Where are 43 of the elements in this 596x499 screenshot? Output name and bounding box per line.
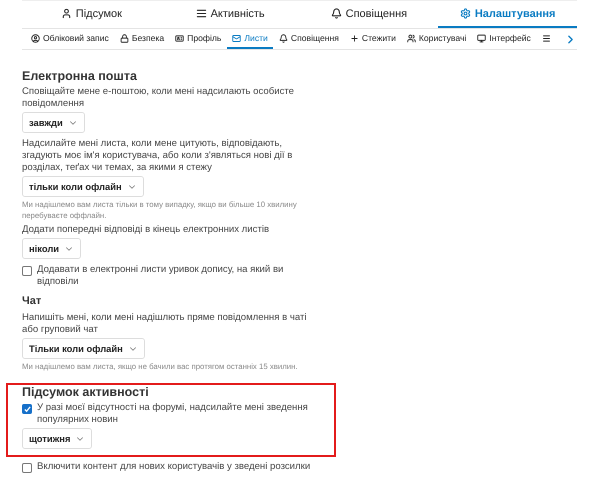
settings-tab[interactable]: Сповіщення (274, 29, 344, 49)
setting-label: Напишіть мені, коли мені надішлють пряме повідомлення в чаті або груповий чат (22, 312, 308, 336)
bell-icon (330, 8, 342, 19)
bell-icon (278, 34, 288, 42)
dropdown[interactable]: тільки коли офлайн (22, 176, 144, 197)
checkbox[interactable] (22, 463, 32, 473)
main-tab[interactable]: Підсумок (22, 1, 161, 28)
settings-tab[interactable]: Листи (227, 29, 273, 49)
id-card-icon (175, 34, 184, 42)
settings-tab[interactable]: Безпека (114, 29, 170, 49)
main-tab[interactable]: Налаштування (438, 1, 577, 28)
checkbox[interactable] (22, 404, 32, 414)
user-circle-icon (31, 34, 40, 42)
settings-tab[interactable]: Користувачі (402, 29, 472, 49)
dropdown[interactable]: ніколи (22, 238, 82, 259)
dropdown[interactable]: щотижня (22, 428, 92, 449)
section-heading: Підсумок активності (22, 385, 150, 400)
users-icon (406, 34, 416, 42)
settings-tab[interactable]: Інтерфейс (472, 29, 536, 49)
main-tab[interactable]: Активність (160, 1, 300, 28)
settings-tab[interactable]: Профіль (170, 29, 226, 49)
lock-icon (120, 34, 129, 42)
checkbox-label: Додавати в електронні листи уривок допису, на який ви відповіли (37, 264, 284, 288)
settings-icon (460, 8, 471, 19)
mail-icon (232, 34, 242, 42)
setting-label: Сповіщайте мене е-поштою, коли мені надсилають особисте повідомлення (22, 86, 295, 110)
list-icon (196, 8, 207, 19)
dropdown[interactable]: Тільки коли офлайн (22, 338, 145, 359)
monitor-icon (477, 34, 486, 42)
checkbox-label: Включити контент для нових користувачів у зведені розсилки (37, 461, 310, 473)
dropdown[interactable]: завжди (22, 112, 85, 133)
main-tab[interactable]: Сповіщення (300, 1, 438, 28)
setting-label: Додати попередні відповіді в кінець електронних листів (22, 224, 270, 236)
checkbox[interactable] (22, 266, 32, 276)
plus-icon (350, 34, 359, 42)
menu-icon (542, 34, 551, 42)
user-icon (60, 8, 72, 19)
section-heading: Чат (22, 294, 42, 309)
settings-tab[interactable]: Обліковий запис (26, 29, 114, 49)
checkbox-label: У разі моєї відсутності на форумі, надсилайте мені зведення популярних новин (37, 402, 309, 426)
section-heading: Електронна пошта (22, 69, 138, 84)
setting-label: Надсилайте мені листа, коли мене цитують, відповідають, згадують моє ім'я користувача, або коли з'являться нові дії в розділах, теґах чи темах, за якими я стежу (22, 138, 294, 174)
settings-tab[interactable]: Стежити (344, 29, 401, 49)
